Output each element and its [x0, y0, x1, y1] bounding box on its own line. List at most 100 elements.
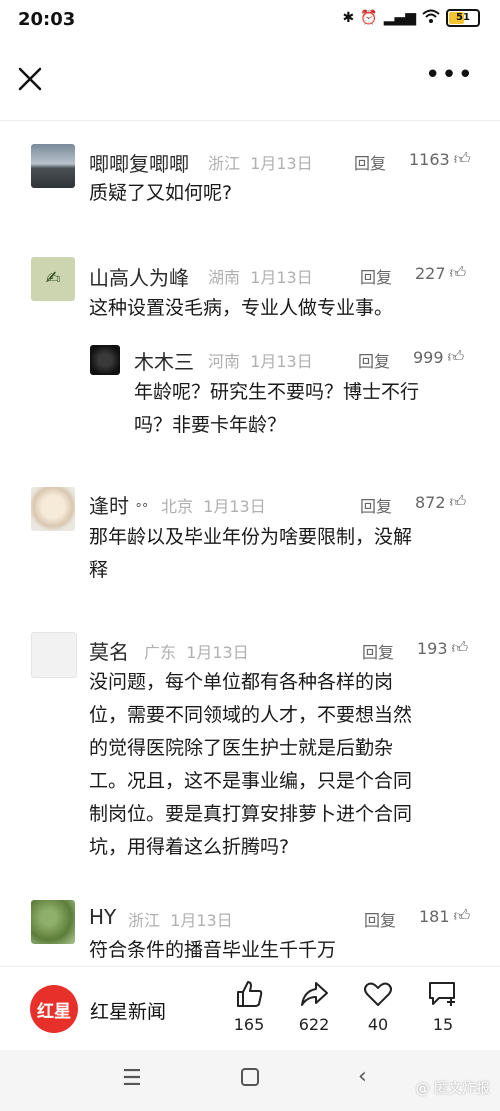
comment-meta: 河南 1月13日 [208, 348, 313, 372]
more-options-button[interactable]: ••• [425, 62, 474, 88]
comment-location: 北京 [161, 497, 194, 516]
thumbs-up-icon: 👍︎ [449, 492, 467, 511]
comment-meta: 北京 1月13日 [161, 493, 266, 517]
status-time: 20:03 [18, 9, 76, 30]
comment-text: 这种设置没毛病，专业人做专业事。 [89, 297, 394, 319]
comment-location: 湖南 [208, 268, 241, 287]
like-button[interactable]: 999 👍︎ [413, 347, 464, 367]
comment-meta: 浙江 1月13日 [208, 150, 313, 174]
comment-text: 符合条件的播音毕业生千千万 [89, 939, 337, 961]
brand-name[interactable]: 红星新闻 [90, 997, 166, 1024]
like-button[interactable]: 193 👍︎ [417, 638, 468, 658]
thumbs-up-icon: 👍︎ [453, 906, 471, 925]
thumbs-up-icon: 👍︎ [447, 347, 465, 366]
favorite-button[interactable]: 40 [348, 979, 408, 1034]
comment-add-icon [413, 979, 473, 1013]
reply-button[interactable]: 回复 [360, 264, 392, 288]
reply-button[interactable]: 回复 [358, 348, 390, 372]
thumbs-up-icon: 👍︎ [451, 638, 469, 657]
comment-location: 河南 [208, 352, 241, 371]
reply-button[interactable]: 回复 [364, 907, 396, 931]
avatar[interactable] [31, 144, 75, 188]
like-article-button[interactable]: 165 [219, 979, 279, 1034]
comment-date: 1月13日 [250, 268, 313, 287]
thumbs-up-icon [219, 979, 279, 1013]
username-text: 逢时 [89, 494, 129, 518]
comment-text-line: 年龄呢？研究生不要吗？博士不行 [134, 381, 420, 403]
like-count: 1163 [409, 149, 450, 169]
home-icon[interactable] [239, 1066, 261, 1094]
comment-date: 1月13日 [250, 352, 313, 371]
comment-text-line: 没问题，每个单位都有各种各样的岗 [89, 671, 394, 693]
comment-username[interactable]: 山高人为峰 [89, 262, 189, 291]
brand-logo[interactable]: 红星 [30, 985, 78, 1033]
like-button[interactable]: 872 👍︎ [415, 492, 466, 512]
close-icon[interactable] [14, 63, 46, 95]
avatar[interactable] [31, 487, 75, 531]
thumbs-up-icon: 👍︎ [449, 263, 467, 282]
comment-text: 那年龄以及毕业年份为啥要限制，没解 释 [89, 521, 412, 587]
like-button[interactable]: 227 👍︎ [415, 263, 466, 283]
comment-username[interactable]: HY [89, 905, 116, 929]
avatar[interactable] [31, 632, 77, 678]
like-count: 999 [413, 347, 444, 367]
like-count: 165 [233, 1015, 265, 1034]
comment-text: 没问题，每个单位都有各种各样的岗 位，需要不同领域的人才，不要想当然 的觉得医院… [89, 666, 412, 864]
comment-count: 15 [432, 1015, 454, 1034]
comment-date: 1月13日 [170, 911, 233, 930]
status-icons: ✱ ⏰ ▂▄▆ 51 [343, 9, 480, 27]
battery-icon: 51 [446, 9, 480, 27]
bluetooth-icon: ✱ [342, 10, 355, 26]
comment-username[interactable]: 逢时 °° [89, 490, 148, 519]
comment-location: 浙江 [128, 911, 161, 930]
comment-text: 年龄呢？研究生不要吗？博士不行 吗？非要卡年龄？ [134, 376, 419, 442]
comment-location: 浙江 [208, 154, 241, 173]
reply-username[interactable]: 木木三 [134, 346, 194, 375]
like-count: 227 [415, 263, 446, 283]
comment-button[interactable]: 15 [413, 979, 473, 1034]
watermark: @ 匿文炸报 [415, 1081, 490, 1097]
like-count: 193 [417, 638, 448, 658]
top-bar: ••• [0, 45, 500, 121]
share-icon [284, 979, 344, 1013]
like-button[interactable]: 1163 👍︎ [409, 149, 470, 169]
reply-button[interactable]: 回复 [354, 150, 386, 174]
wifi-icon [422, 9, 440, 27]
thumbs-up-icon: 👍︎ [453, 149, 471, 168]
reply-button[interactable]: 回复 [360, 493, 392, 517]
like-count: 872 [415, 492, 446, 512]
comment-text-line: 释 [89, 559, 109, 581]
comment-meta: 湖南 1月13日 [208, 264, 313, 288]
comment-date: 1月13日 [203, 497, 266, 516]
share-button[interactable]: 622 [284, 979, 344, 1034]
comment-username[interactable]: 唧唧复唧唧 [89, 148, 189, 177]
avatar[interactable]: ✍ [31, 257, 75, 301]
comment-date: 1月13日 [186, 643, 249, 662]
comment-text-line: 吗？非要卡年龄？ [134, 414, 287, 436]
reply-button[interactable]: 回复 [362, 639, 394, 663]
favorite-count: 40 [367, 1015, 389, 1034]
comment-meta: 广东 1月13日 [144, 639, 249, 663]
like-count: 181 [419, 906, 450, 926]
comment-text: 质疑了又如何呢? [89, 182, 233, 204]
comment-text-line: 制岗位。要是真打算安排萝卜进个合同 [89, 803, 413, 825]
menu-icon[interactable]: ☰ [122, 1066, 142, 1091]
comment-username[interactable]: 莫名 [89, 636, 129, 665]
bottom-action-bar: 红星 红星新闻 165 622 40 15 [0, 966, 500, 1051]
signal-icon: ▂▄▆ [383, 10, 416, 26]
like-button[interactable]: 181 👍︎ [419, 906, 470, 926]
comment-text-line: 那年龄以及毕业年份为啥要限制，没解 [89, 526, 413, 548]
avatar[interactable] [31, 900, 75, 944]
battery-level: 51 [456, 12, 470, 23]
avatar[interactable] [90, 345, 120, 375]
heart-icon [348, 979, 408, 1013]
comment-date: 1月13日 [250, 154, 313, 173]
back-icon[interactable]: ‹ [358, 1064, 367, 1089]
share-count: 622 [298, 1015, 330, 1034]
comment-meta: 浙江 1月13日 [128, 907, 233, 931]
comment-text-line: 坑，用得着这么折腾吗? [89, 836, 290, 858]
comment-text-line: 的觉得医院除了医生护士就是后勤杂 [89, 737, 394, 759]
comment-text-line: 位，需要不同领域的人才，不要想当然 [89, 704, 413, 726]
alarm-icon: ⏰ [360, 10, 378, 26]
username-suffix: °° [135, 502, 149, 517]
